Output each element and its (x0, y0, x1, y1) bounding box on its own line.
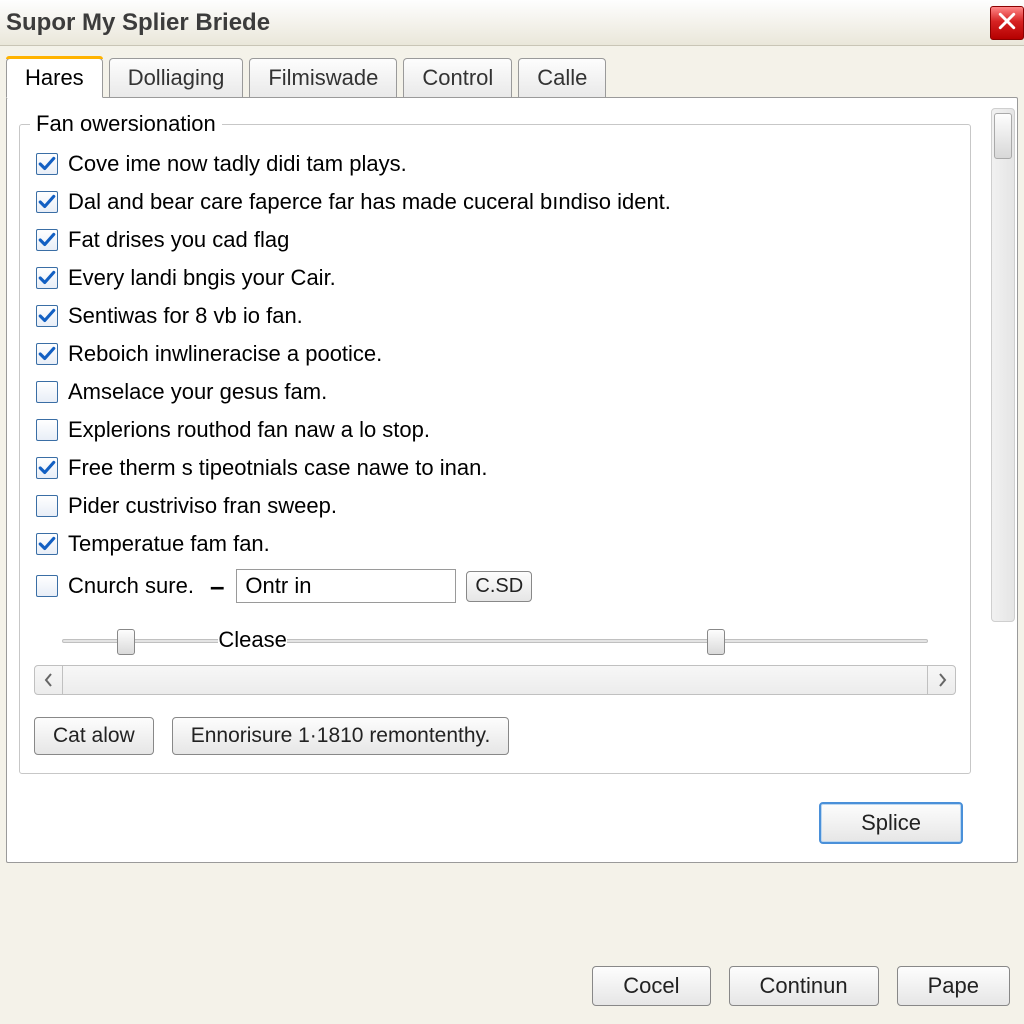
dialog-button-row: Cocel Continun Pape (592, 966, 1010, 1006)
ennorisure-button[interactable]: Ennorisure 1·1810 remontenthy. (172, 717, 510, 755)
slider-track (62, 639, 928, 643)
slider-thumb-left[interactable] (117, 629, 135, 655)
option-row: Sentiwas for 8 vb io fan. (34, 297, 956, 335)
primary-action-row: Splice (19, 802, 971, 844)
tab-control[interactable]: Control (403, 58, 512, 97)
chevron-left-icon (44, 667, 54, 693)
slider-label: Clease (218, 627, 286, 653)
option-label: Amselace your gesus fam. (68, 379, 327, 405)
option-row: Temperatue fam fan. (34, 525, 956, 563)
option-label: Pider custriviso fran sweep. (68, 493, 337, 519)
dash-icon: – (210, 571, 224, 602)
continue-button[interactable]: Continun (729, 966, 879, 1006)
scroll-thumb[interactable] (994, 113, 1012, 159)
option-row: Reboich inwlineracise a pootice. (34, 335, 956, 373)
horizontal-scrollbar[interactable] (34, 665, 956, 695)
vertical-scrollbar[interactable] (991, 108, 1015, 622)
checkbox-option-9[interactable] (36, 495, 58, 517)
checkbox-option-1[interactable] (36, 191, 58, 213)
cnurch-input[interactable] (236, 569, 456, 603)
window-body: Hares Dolliaging Filmiswade Control Call… (0, 46, 1024, 1024)
tab-page: Fan owersionation Cove ime now tadly did… (6, 97, 1018, 863)
tab-label: Control (422, 65, 493, 90)
checkbox-option-7[interactable] (36, 419, 58, 441)
option-row: Dal and bear care faperce far has made c… (34, 183, 956, 221)
option-row: Pider custriviso fran sweep. (34, 487, 956, 525)
option-label: Explerions routhod fan naw a lo stop. (68, 417, 430, 443)
tab-label: Dolliaging (128, 65, 225, 90)
option-row: Free therm s tipeotnials case nawe to in… (34, 449, 956, 487)
cnurch-label: Cnurch sure. (68, 573, 194, 599)
close-icon (998, 10, 1016, 36)
clease-slider[interactable]: Clease (34, 623, 956, 659)
cnurch-row: Cnurch sure. – C.SD (34, 563, 956, 609)
inner-button-row: Cat alow Ennorisure 1·1810 remontenthy. (34, 717, 956, 755)
tab-strip: Hares Dolliaging Filmiswade Control Call… (0, 46, 1024, 97)
title-bar: Supor My Splier Briede (0, 0, 1024, 46)
cat-alow-button[interactable]: Cat alow (34, 717, 154, 755)
checkbox-option-4[interactable] (36, 305, 58, 327)
option-row: Fat drises you cad flag (34, 221, 956, 259)
option-label: Fat drises you cad flag (68, 227, 289, 253)
option-row: Amselace your gesus fam. (34, 373, 956, 411)
tab-label: Hares (25, 65, 84, 90)
tab-calle[interactable]: Calle (518, 58, 606, 97)
splice-button[interactable]: Splice (819, 802, 963, 844)
slider-thumb-right[interactable] (707, 629, 725, 655)
tab-label: Filmiswade (268, 65, 378, 90)
option-label: Cove ime now tadly didi tam plays. (68, 151, 407, 177)
window-title: Supor My Splier Briede (6, 9, 270, 37)
scroll-track[interactable] (63, 666, 927, 694)
option-label: Dal and bear care faperce far has made c… (68, 189, 671, 215)
checkbox-option-8[interactable] (36, 457, 58, 479)
close-button[interactable] (990, 6, 1024, 40)
checkbox-option-3[interactable] (36, 267, 58, 289)
option-row: Cove ime now tadly didi tam plays. (34, 145, 956, 183)
chevron-right-icon (937, 667, 947, 693)
option-label: Sentiwas for 8 vb io fan. (68, 303, 303, 329)
tab-dolliaging[interactable]: Dolliaging (109, 58, 244, 97)
option-label: Free therm s tipeotnials case nawe to in… (68, 455, 487, 481)
option-label: Every landi bngis your Cair. (68, 265, 336, 291)
tab-hares[interactable]: Hares (6, 58, 103, 98)
group-legend: Fan owersionation (30, 111, 222, 137)
cocel-button[interactable]: Cocel (592, 966, 710, 1006)
option-label: Reboich inwlineracise a pootice. (68, 341, 382, 367)
checkbox-option-2[interactable] (36, 229, 58, 251)
tab-filmiswade[interactable]: Filmiswade (249, 58, 397, 97)
option-row: Every landi bngis your Cair. (34, 259, 956, 297)
option-label: Temperatue fam fan. (68, 531, 270, 557)
checkbox-cnurch[interactable] (36, 575, 58, 597)
checkbox-option-10[interactable] (36, 533, 58, 555)
csd-button[interactable]: C.SD (466, 571, 532, 602)
checkbox-option-5[interactable] (36, 343, 58, 365)
tab-label: Calle (537, 65, 587, 90)
option-row: Explerions routhod fan naw a lo stop. (34, 411, 956, 449)
scroll-right-button[interactable] (927, 666, 955, 694)
checkbox-option-6[interactable] (36, 381, 58, 403)
checkbox-option-0[interactable] (36, 153, 58, 175)
scroll-left-button[interactable] (35, 666, 63, 694)
pape-button[interactable]: Pape (897, 966, 1010, 1006)
group-fan-owersionation: Fan owersionation Cove ime now tadly did… (19, 124, 971, 774)
